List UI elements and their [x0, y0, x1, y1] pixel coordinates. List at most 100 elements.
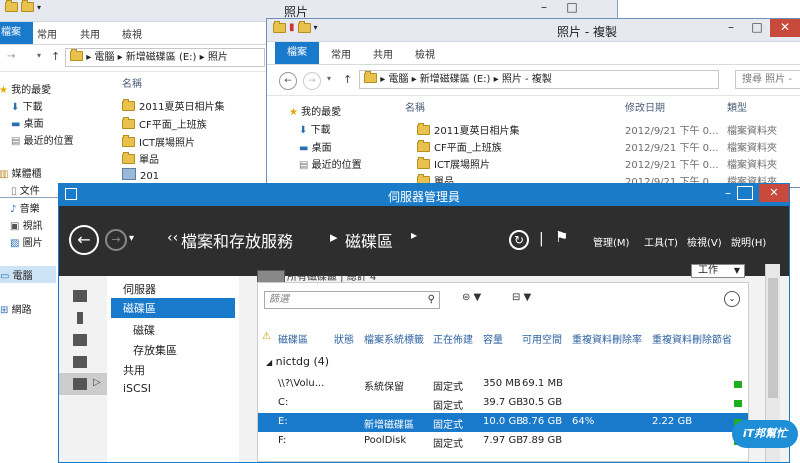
sidebar-item-storage-pools[interactable]: 存放集區	[133, 342, 177, 358]
maximize-button[interactable]	[737, 186, 753, 200]
nav-videos[interactable]: ▣ 視訊	[10, 217, 43, 232]
nav-favorites[interactable]: ★ 我的最愛	[289, 103, 341, 118]
nav-pictures[interactable]: ▨ 圖片	[10, 234, 43, 249]
nav-downloads[interactable]: ⬇ 下載	[11, 98, 43, 113]
folder-icon[interactable]	[21, 0, 34, 12]
nav-desktop[interactable]: ▬ 桌面	[11, 115, 44, 130]
sidebar-item-shares[interactable]: 共用	[123, 362, 145, 378]
iis-icon[interactable]	[73, 356, 87, 368]
tab-file[interactable]: 檔案	[0, 22, 33, 44]
table-row[interactable]: F: PoolDisk 固定式 7.97 GB 7.89 GB	[258, 432, 748, 451]
breadcrumb-computer[interactable]: 電腦	[388, 74, 408, 85]
forward-button[interactable]: →	[7, 51, 15, 62]
nav-recent[interactable]: ▤ 最近的位置	[299, 156, 362, 171]
up-button[interactable]: ↑	[51, 50, 60, 63]
recent-dropdown-icon[interactable]: ▾	[37, 51, 41, 60]
group-header[interactable]: ◢ nictdg (4)	[266, 355, 329, 368]
filter-input[interactable]: 篩選 ⚲	[264, 291, 440, 309]
file-storage-icon[interactable]: ▷	[59, 373, 107, 395]
maximize-button[interactable]: □	[744, 19, 770, 37]
dashboard-icon[interactable]	[73, 290, 87, 302]
sidebar-item-disks[interactable]: 磁碟	[133, 322, 155, 338]
recent-dropdown-icon[interactable]: ▾	[327, 74, 331, 83]
breadcrumb-drive[interactable]: 新增磁碟區 (E:)	[420, 74, 491, 85]
query-options-button[interactable]: ⊟ ▼	[512, 292, 531, 303]
menu-help[interactable]: 說明(H)	[731, 234, 766, 249]
sidebar-item-servers[interactable]: 伺服器	[123, 281, 156, 297]
scrollbar-thumb[interactable]	[768, 278, 778, 398]
list-item[interactable]: ICT展場照片	[417, 156, 490, 171]
list-item[interactable]: 2011夏英日相片集	[122, 98, 224, 113]
breadcrumb-folder[interactable]: 照片 - 複製	[502, 74, 552, 85]
tasks-dropdown[interactable]: 工作 ▼	[691, 264, 745, 278]
list-item[interactable]: 2011夏英日相片集	[417, 122, 519, 137]
column-header-dedup-rate[interactable]: 重複資料刪除率	[572, 331, 642, 346]
list-view-options-button[interactable]: ⊜ ▼	[462, 292, 481, 303]
up-button[interactable]: ↑	[343, 73, 352, 86]
nav-computer[interactable]: ▭ 電腦	[0, 266, 56, 283]
back-button[interactable]: ←	[69, 225, 99, 255]
nav-network[interactable]: ⊞ 網路	[0, 301, 32, 316]
breadcrumb-file-storage[interactable]: 檔案和存放服務	[181, 228, 293, 252]
column-header-dedup-savings[interactable]: 重複資料刪除節省	[652, 331, 732, 346]
menu-manage[interactable]: 管理(M)	[593, 234, 629, 249]
nav-libraries[interactable]: ▥ 媒體櫃	[0, 165, 42, 180]
maximize-button[interactable]: □	[559, 0, 585, 17]
list-item[interactable]: ICT展場照片	[122, 134, 195, 149]
folder-icon[interactable]	[297, 20, 311, 33]
expand-collapse-button[interactable]: ⌄	[724, 291, 740, 307]
nav-favorites[interactable]: ★ 我的最愛	[0, 81, 51, 96]
back-button[interactable]: ←	[279, 72, 297, 90]
nav-recent[interactable]: ▤ 最近的位置	[11, 132, 74, 147]
all-servers-icon[interactable]	[73, 334, 87, 346]
table-row-selected[interactable]: E: 新增磁碟區 固定式 10.0 GB 8.76 GB 64% 2.22 GB	[258, 413, 748, 432]
column-header-date[interactable]: 修改日期	[625, 99, 665, 114]
sidebar-item-volumes[interactable]: 磁碟區	[111, 298, 235, 318]
column-header-volume[interactable]: 磁碟區	[278, 331, 308, 346]
menu-view[interactable]: 檢視(V)	[687, 234, 722, 249]
tab-share[interactable]: 共用	[80, 26, 100, 41]
tab-share[interactable]: 共用	[373, 46, 393, 61]
history-dropdown-icon[interactable]: ▾	[129, 233, 134, 244]
tab-file[interactable]: 檔案	[275, 42, 319, 64]
list-item[interactable]: CF平面_上班族	[417, 139, 502, 154]
column-header-status[interactable]: 狀態	[334, 331, 354, 346]
close-button[interactable]: ✕	[759, 184, 789, 202]
column-header-provisioning[interactable]: 正在佈建	[433, 331, 473, 346]
minimize-button[interactable]: –	[718, 19, 744, 37]
table-row[interactable]: \\?\Volu... 系統保留 固定式 350 MB 69.1 MB	[258, 375, 748, 394]
tab-view[interactable]: 檢視	[122, 26, 142, 41]
column-header-free-space[interactable]: 可用空間	[522, 331, 562, 346]
breadcrumb-folder[interactable]: 照片	[208, 52, 228, 63]
column-header-name[interactable]: 名稱	[122, 75, 142, 90]
tab-home[interactable]: 常用	[37, 26, 57, 41]
minimize-button[interactable]: –	[531, 0, 557, 17]
forward-button[interactable]: →	[303, 72, 321, 90]
nav-downloads[interactable]: ⬇ 下載	[299, 121, 331, 136]
tab-view[interactable]: 檢視	[415, 46, 435, 61]
list-item[interactable]: CF平面_上班族	[122, 116, 207, 131]
list-item[interactable]: 單品	[122, 151, 159, 166]
close-button[interactable]: ✕	[770, 19, 800, 37]
address-bar[interactable]: ▸ 電腦 ▸ 新增磁碟區 (E:) ▸ 照片	[65, 48, 265, 67]
list-item[interactable]: 201	[122, 168, 159, 182]
column-header-label[interactable]: 檔案系統標籤	[364, 331, 424, 346]
minimize-button[interactable]: –	[725, 186, 731, 200]
properties-icon[interactable]: ▮	[289, 22, 295, 33]
table-row[interactable]: C: 固定式 39.7 GB 30.5 GB	[258, 394, 748, 413]
tab-home[interactable]: 常用	[331, 46, 351, 61]
breadcrumb-volumes[interactable]: 磁碟區	[345, 228, 393, 252]
nav-music[interactable]: ♪ 音樂	[10, 200, 40, 215]
column-header-capacity[interactable]: 容量	[483, 331, 503, 346]
forward-button[interactable]: →	[105, 229, 127, 251]
dropdown-icon[interactable]: ▾	[314, 23, 318, 32]
notifications-flag-icon[interactable]: ⚑	[555, 228, 568, 246]
search-input[interactable]: 搜尋 照片 -	[735, 70, 800, 89]
sidebar-item-iscsi[interactable]: iSCSI	[123, 382, 151, 395]
nav-desktop[interactable]: ▬ 桌面	[299, 139, 332, 154]
breadcrumb-drive[interactable]: 新增磁碟區 (E:)	[126, 52, 197, 63]
breadcrumb-computer[interactable]: 電腦	[94, 52, 114, 63]
refresh-button[interactable]: ↻	[509, 230, 529, 250]
local-server-icon[interactable]	[77, 312, 83, 324]
column-header-name[interactable]: 名稱	[405, 99, 425, 114]
